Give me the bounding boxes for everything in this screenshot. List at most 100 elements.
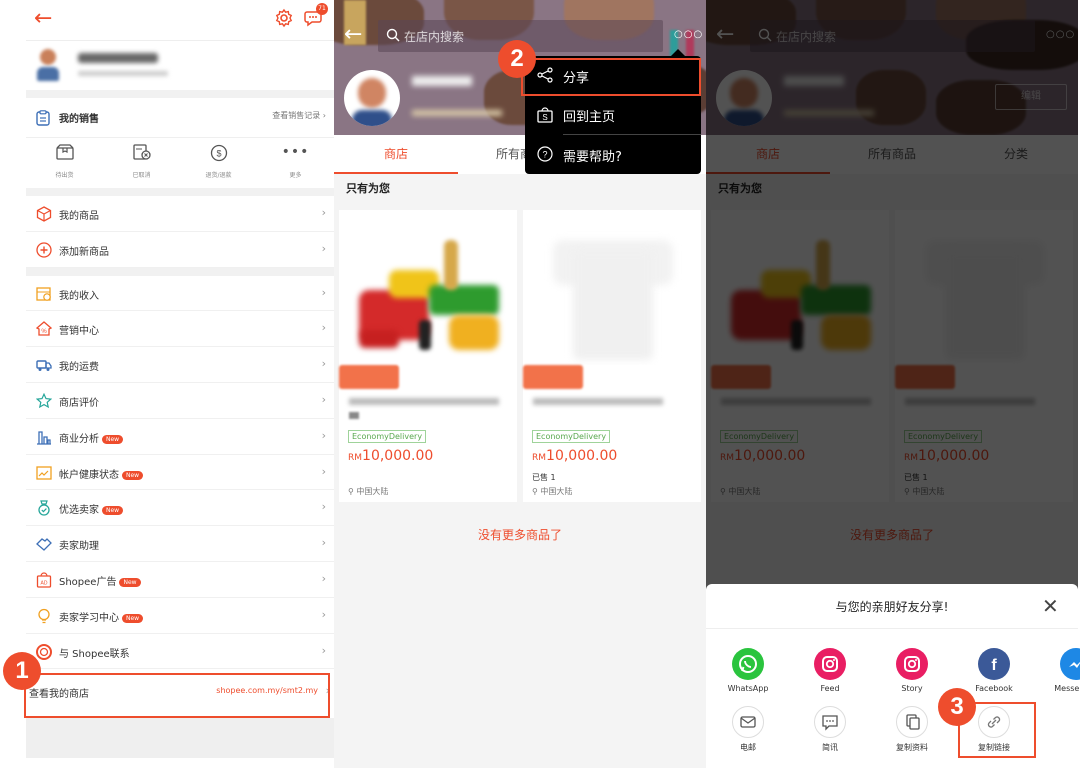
my-sales-label: 我的销售 (59, 114, 99, 125)
shop-name-blurred (78, 53, 158, 63)
menu-item-shopee-ads[interactable]: AD Shopee广告 New › (26, 562, 334, 598)
no-more-products: 没有更多商品了 (477, 528, 562, 542)
quick-action-label: 已取消 (132, 172, 151, 179)
svg-text:$: $ (216, 149, 221, 159)
income-icon (36, 286, 51, 301)
shop-subtitle-blurred (78, 71, 168, 76)
back-arrow-icon[interactable]: ← (34, 6, 52, 32)
product-price: RM10,000.00 (348, 448, 433, 464)
bottom-spacer (26, 718, 334, 758)
instagram-story-icon (896, 648, 928, 680)
share-label: Messenger (1054, 684, 1080, 693)
shop-rating-blurred (412, 110, 502, 116)
star-icon (36, 392, 52, 409)
share-facebook[interactable]: f Facebook (954, 648, 1034, 693)
sms-icon (814, 706, 846, 738)
more-options-icon[interactable]: ○○○ (674, 29, 703, 40)
divider (26, 267, 334, 276)
view-sales-history-link[interactable]: 查看销售记录 › (272, 110, 326, 121)
chevron-right-icon: › (321, 321, 326, 335)
facebook-icon: f (978, 648, 1010, 680)
menu-item-home[interactable]: S 回到主页 (525, 95, 701, 134)
menu-item-label: 卖家学习中心 New (59, 609, 144, 624)
menu-item-text: 商业分析 (59, 433, 99, 445)
menu-item-marketing-centre[interactable]: % 营销中心 › (26, 311, 334, 348)
back-arrow-icon[interactable]: ← (344, 22, 362, 48)
chevron-right-icon: › (321, 500, 326, 514)
share-email[interactable]: 电邮 (708, 706, 788, 753)
chat-badge: 71 (316, 3, 328, 15)
menu-item-label: 我的运费 (59, 362, 99, 374)
menu-item-help[interactable]: ? 需要帮助? (525, 135, 701, 174)
menu-item-my-income[interactable]: 我的收入 › (26, 276, 334, 312)
box-icon (55, 144, 74, 160)
menu-item-label: 商店评价 (59, 397, 99, 409)
share-messenger[interactable]: Messenger (1036, 648, 1080, 693)
menu-item-business-insights[interactable]: 商业分析 New › (26, 419, 334, 455)
close-icon[interactable]: ✕ (1042, 596, 1059, 616)
quick-action-refund[interactable]: $ 退货/退款 (180, 138, 257, 188)
menu-item-shop-rating[interactable]: 商店评价 › (26, 383, 334, 419)
seller-menu-panel: ← 71 我的销售 查看销售记录 › 待出货 已取消 $ 退货/退款 ••• 更… (0, 0, 334, 768)
new-badge: New (119, 577, 141, 587)
medal-icon (38, 500, 50, 517)
share-label: 电邮 (740, 743, 756, 752)
shop-bag-icon: S (537, 107, 553, 123)
economy-delivery-badge: EconomyDelivery (532, 430, 611, 443)
tab-shop[interactable]: 商店 (334, 135, 458, 174)
instagram-feed-icon (814, 648, 846, 680)
menu-item-label: 与 Shopee联系 (59, 648, 130, 660)
email-icon (732, 706, 764, 738)
section-title: 只有为您 (346, 182, 390, 195)
share-instagram-feed[interactable]: Feed (790, 648, 870, 693)
currency: RM (348, 453, 363, 463)
my-sales-row[interactable]: 我的销售 查看销售记录 › (26, 98, 334, 138)
seller-profile[interactable] (26, 40, 334, 90)
chevron-right-icon: › (321, 357, 326, 371)
svg-text:S: S (542, 113, 547, 122)
share-sheet-panel: ← 在店内搜索 ○○○ 编辑 商店 所有商品 分类 只有为您 (706, 0, 1080, 768)
chevron-right-icon: › (321, 428, 326, 442)
menu-item-shipping[interactable]: 我的运费 › (26, 347, 334, 383)
new-badge: New (102, 434, 124, 444)
chevron-right-icon: › (321, 392, 326, 406)
menu-item-preferred-seller[interactable]: 优选卖家 New › (26, 490, 334, 527)
menu-item-label: 帐户健康状态 New (59, 466, 144, 481)
share-instagram-story[interactable]: Story (872, 648, 952, 693)
chevron-right-icon: › (321, 536, 326, 550)
menu-item-my-products[interactable]: 我的商品 › (26, 196, 334, 232)
shop-avatar (344, 70, 400, 126)
avatar (36, 47, 60, 83)
more-icon: ••• (281, 144, 310, 160)
ad-icon: AD (36, 572, 52, 588)
share-label: WhatsApp (727, 684, 769, 693)
share-whatsapp[interactable]: WhatsApp (708, 648, 788, 693)
search-placeholder: 在店内搜索 (404, 30, 465, 44)
svg-text:AD: AD (41, 580, 48, 586)
chevron-right-icon: › (321, 464, 326, 478)
shop-name-blurred (412, 76, 472, 86)
share-sms[interactable]: 简讯 (790, 706, 870, 753)
step-badge-2: 2 (498, 40, 536, 78)
menu-item-add-product[interactable]: 添加新商品 › (26, 232, 334, 268)
quick-action-more[interactable]: ••• 更多 (257, 138, 334, 188)
seller-menu-screen: ← 71 我的销售 查看销售记录 › 待出货 已取消 $ 退货/退款 ••• 更… (26, 0, 334, 768)
product-card[interactable]: EconomyDelivery RM10,000.00 ⚲ 中国大陆 (339, 210, 517, 502)
highlight-share (521, 58, 701, 96)
menu-item-account-health[interactable]: 帐户健康状态 New › (26, 455, 334, 491)
menu-item-label: 需要帮助? (563, 150, 622, 165)
new-badge: New (102, 506, 124, 516)
new-badge: New (122, 613, 144, 623)
quick-action-to-ship[interactable]: 待出货 (26, 138, 103, 188)
menu-item-seller-education[interactable]: 卖家学习中心 New › (26, 598, 334, 634)
chevron-right-icon: › (321, 241, 326, 255)
highlight-view-shop (24, 673, 330, 718)
menu-item-contact-shopee[interactable]: 与 Shopee联系 › (26, 634, 334, 670)
top-bar: ← 71 (26, 0, 334, 40)
search-icon (386, 28, 400, 42)
menu-item-seller-assistant[interactable]: 卖家助理 › (26, 526, 334, 562)
gear-icon[interactable] (274, 8, 294, 28)
truck-icon (36, 360, 52, 372)
quick-action-cancelled[interactable]: 已取消 (103, 138, 180, 188)
product-card[interactable]: EconomyDelivery RM10,000.00 已售 1 ⚲ 中国大陆 (523, 210, 701, 502)
